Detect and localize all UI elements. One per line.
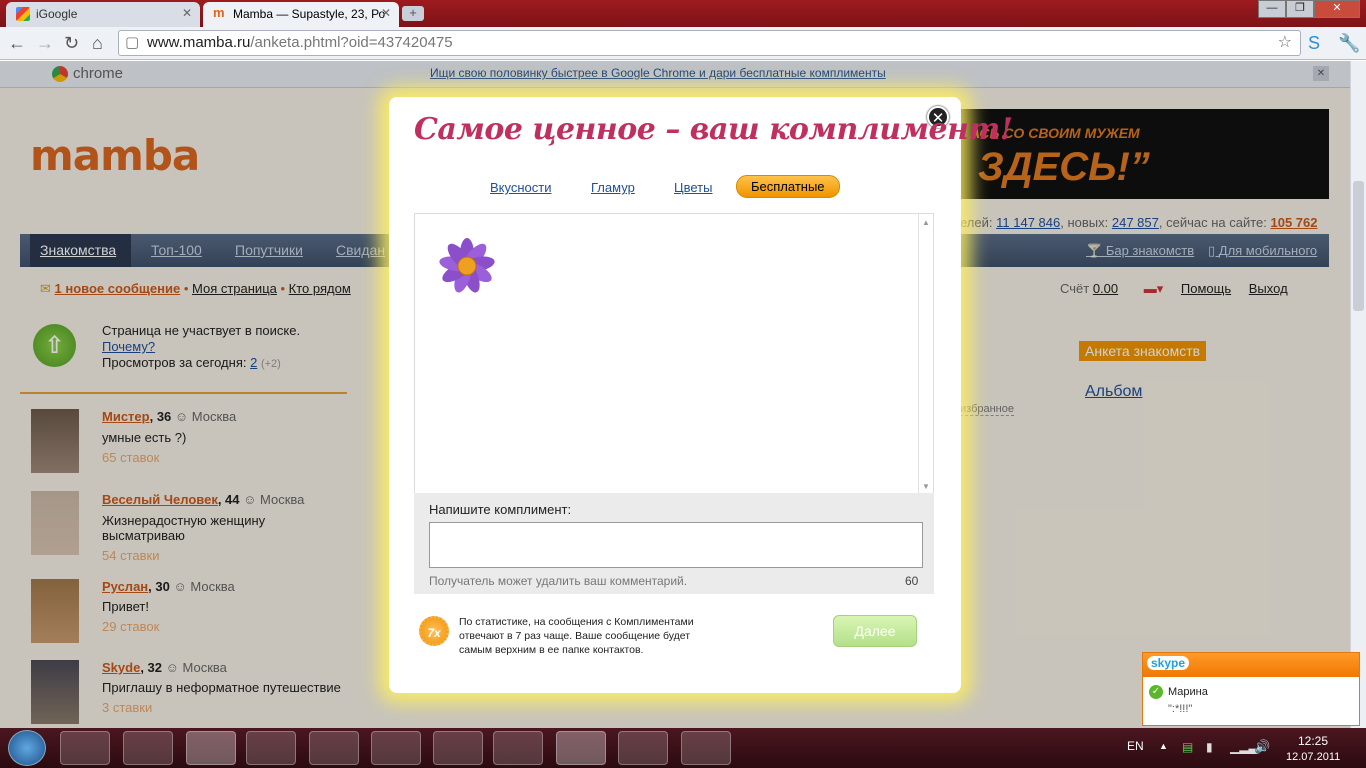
explorer-taskbar-icon[interactable]	[60, 731, 110, 765]
address-bar[interactable]: ▢ www.mamba.ru/anketa.phtml?oid=43742047…	[118, 30, 1301, 56]
close-tab-icon[interactable]: ✕	[381, 6, 391, 20]
wrench-icon[interactable]: 🔧	[1338, 33, 1360, 54]
tray-device-icon[interactable]: ▮	[1206, 740, 1213, 754]
page-icon: ▢	[125, 34, 140, 51]
window-controls: — ❐ ✕	[1258, 0, 1360, 18]
skype-notification[interactable]: skype ✓ Марина ":*!!!"	[1142, 652, 1360, 726]
tab-mamba[interactable]: m Mamba — Supastyle, 23, Ро ✕	[203, 2, 399, 27]
url-path: /anketa.phtml?oid=437420475	[250, 34, 453, 51]
page-scrollbar[interactable]	[1350, 61, 1366, 728]
language-indicator[interactable]: EN	[1127, 739, 1144, 753]
tab-label: iGoogle	[36, 7, 78, 21]
photos-taskbar-icon[interactable]	[681, 731, 731, 765]
torrent-taskbar-icon[interactable]	[433, 731, 483, 765]
online-status-icon: ✓	[1149, 685, 1163, 699]
bookmark-star-icon[interactable]: ☆	[1278, 31, 1292, 55]
chrome-taskbar-icon[interactable]	[186, 731, 236, 765]
7x-badge-icon: 7x	[419, 616, 449, 646]
igoogle-favicon-icon	[16, 7, 30, 21]
compliment-gallery	[414, 213, 934, 493]
mamba-favicon-icon: m	[213, 5, 225, 20]
clock-date[interactable]: 12.07.2011	[1286, 751, 1340, 763]
skype-taskbar-icon[interactable]	[556, 731, 606, 765]
scroll-thumb[interactable]	[1353, 181, 1364, 311]
char-counter: 60	[905, 574, 919, 588]
compose-label: Напишите комплимент:	[429, 502, 572, 517]
lightroom-taskbar-icon[interactable]	[309, 731, 359, 765]
start-button[interactable]	[8, 730, 46, 766]
skype-logo: skype	[1147, 656, 1190, 670]
gallery-scrollbar[interactable]: ▲ ▼	[918, 214, 933, 493]
compose-area: Напишите комплимент: Получатель может уд…	[414, 493, 934, 594]
outlook-taskbar-icon[interactable]	[246, 731, 296, 765]
close-window-icon[interactable]: ✕	[1314, 0, 1360, 18]
excel-taskbar-icon[interactable]	[493, 731, 543, 765]
tab-label: Mamba — Supastyle, 23, Ро	[233, 7, 386, 21]
url-host: www.mamba.ru	[147, 34, 251, 51]
volume-icon[interactable]: 🔊	[1254, 739, 1270, 755]
new-tab-button[interactable]: +	[402, 6, 424, 21]
clock-time[interactable]: 12:25	[1298, 734, 1328, 748]
stats-text: По статистике, на сообщения с Комплимент…	[459, 616, 694, 656]
browser-toolbar: ← → ↻ ⌂ ▢ www.mamba.ru/anketa.phtml?oid=…	[0, 27, 1366, 60]
close-tab-icon[interactable]: ✕	[182, 6, 192, 20]
reload-icon[interactable]: ↻	[64, 33, 79, 54]
media-player-taskbar-icon[interactable]	[123, 731, 173, 765]
skype-header: skype	[1143, 653, 1359, 677]
skype-message: ":*!!!"	[1168, 703, 1193, 715]
home-icon[interactable]: ⌂	[92, 33, 103, 54]
tab-glamur[interactable]: Гламур	[591, 180, 635, 195]
next-button[interactable]: Далее	[833, 615, 917, 647]
browser-tab-bar: iGoogle ✕ m Mamba — Supastyle, 23, Ро ✕ …	[0, 0, 1366, 27]
tab-vkusnosti[interactable]: Вкусности	[490, 180, 551, 195]
minimize-icon[interactable]: —	[1258, 0, 1286, 18]
modal-title: Самое ценное – ваш комплимент!	[414, 112, 1013, 147]
back-icon[interactable]: ←	[8, 33, 26, 54]
skype-contact: Марина	[1168, 686, 1208, 698]
word-taskbar-icon[interactable]	[618, 731, 668, 765]
flower-compliment-icon[interactable]	[437, 236, 497, 296]
app-taskbar-icon[interactable]	[371, 731, 421, 765]
skype-extension-icon[interactable]: S	[1308, 33, 1320, 54]
tab-tsvety[interactable]: Цветы	[674, 180, 712, 195]
tray-expand-icon[interactable]: ▲	[1159, 741, 1168, 751]
maximize-icon[interactable]: ❐	[1286, 0, 1314, 18]
delete-note: Получатель может удалить ваш комментарий…	[429, 574, 688, 588]
tray-app-icon[interactable]: ▤	[1182, 740, 1193, 754]
compliment-input[interactable]	[429, 522, 923, 568]
tab-besplatnye[interactable]: Бесплатные	[736, 175, 840, 198]
tab-igoogle[interactable]: iGoogle ✕	[6, 2, 200, 27]
forward-icon[interactable]: →	[36, 33, 54, 54]
